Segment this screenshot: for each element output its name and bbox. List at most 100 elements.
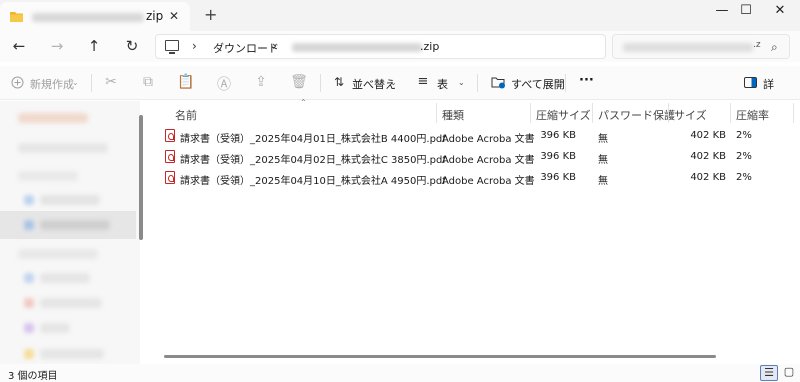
toolbar-divider <box>565 74 566 92</box>
file-size: 402 KB <box>690 130 726 141</box>
view-icon: ≡ <box>417 74 429 89</box>
search-box[interactable]: .z ⌕ <box>612 34 790 59</box>
breadcrumb-separator[interactable]: › <box>192 39 197 53</box>
nav-item-redacted[interactable] <box>18 171 78 181</box>
back-button[interactable]: ← <box>7 37 31 55</box>
file-compression-ratio: 2% <box>736 130 752 141</box>
share-icon[interactable]: ⇪ <box>252 74 270 90</box>
column-header-name[interactable]: 名前 <box>175 107 197 123</box>
new-button[interactable]: 新規作成 <box>30 76 74 92</box>
toolbar-divider <box>320 74 321 92</box>
toolbar-divider <box>91 74 92 92</box>
new-dropdown-chevron-icon[interactable]: ⌄ <box>72 78 79 87</box>
file-type: Adobe Acroba 文書 <box>442 155 535 166</box>
nav-item-redacted[interactable] <box>40 195 100 205</box>
file-type: Adobe Acroba 文書 <box>442 176 535 187</box>
status-bar: 3 個の項目 ☰ ▢ <box>0 364 800 382</box>
nav-item-redacted[interactable] <box>40 349 104 359</box>
file-list: ⌃ 名前 種類 圧縮サイズ パスワード保護 サイズ 圧縮率 請求書（受領）_20… <box>148 98 800 364</box>
nav-item-redacted[interactable] <box>40 298 102 308</box>
view-chevron-icon[interactable]: ⌄ <box>458 78 465 87</box>
file-compression-ratio: 2% <box>736 151 752 162</box>
extract-folder-icon <box>491 77 505 89</box>
rename-icon[interactable]: Ⓐ <box>215 74 233 94</box>
file-compressed-size: 396 KB <box>540 151 576 162</box>
tab-close-icon[interactable]: ✕ <box>169 9 179 23</box>
column-divider[interactable] <box>436 103 437 123</box>
column-header-ratio[interactable]: 圧縮率 <box>736 107 769 123</box>
navigation-pane <box>0 101 140 364</box>
extract-all-button[interactable]: すべて展開 <box>511 76 565 92</box>
sort-chevron-icon[interactable]: ⌄ <box>390 78 397 87</box>
file-compression-ratio: 2% <box>736 172 752 183</box>
breadcrumb-zip-name-redacted <box>292 43 422 52</box>
nav-item-redacted[interactable] <box>40 323 70 333</box>
nav-item-redacted[interactable] <box>18 249 98 259</box>
file-name: 請求書（受領）_2025年04月02日_株式会社C 3850円.pdf <box>180 155 446 166</box>
nav-item-redacted[interactable] <box>40 220 110 230</box>
search-placeholder-redacted <box>623 43 753 52</box>
file-type: Adobe Acroba 文書 <box>442 134 535 145</box>
column-divider[interactable] <box>530 103 531 123</box>
breadcrumb-downloads[interactable]: ダウンロード <box>213 40 279 56</box>
tab-title-redacted <box>32 13 144 22</box>
file-compressed-size: 396 KB <box>540 130 576 141</box>
column-header-compressed-size[interactable]: 圧縮サイズ <box>536 107 591 123</box>
nav-item-redacted[interactable] <box>40 273 90 283</box>
file-size: 402 KB <box>690 151 726 162</box>
more-options-button[interactable]: ··· <box>579 73 594 88</box>
column-divider[interactable] <box>592 103 593 123</box>
column-header-password[interactable]: パスワード保護 <box>598 107 675 123</box>
column-divider[interactable] <box>668 103 669 123</box>
cut-icon[interactable]: ✂ <box>102 74 120 90</box>
file-row[interactable]: 請求書（受領）_2025年04月02日_株式会社C 3850円.pdf Adobe… <box>148 147 800 167</box>
breadcrumb-separator[interactable]: › <box>272 39 277 53</box>
sort-icon: ⇅ <box>333 75 345 89</box>
tiles-view-button[interactable]: ▢ <box>780 365 798 381</box>
breadcrumb-zip[interactable]: .zip <box>420 40 439 53</box>
navigation-bar: ← → ↑ ↻ › ダウンロード › .zip .z ⌕ <box>0 31 800 62</box>
refresh-button[interactable]: ↻ <box>120 37 144 55</box>
pdf-file-icon <box>165 129 175 142</box>
up-button[interactable]: ↑ <box>82 37 106 55</box>
file-row[interactable]: 請求書（受領）_2025年04月01日_株式会社B 4400円.pdf Adobe… <box>148 126 800 146</box>
nav-item-redacted[interactable] <box>18 143 108 153</box>
explorer-tab[interactable]: zip ✕ <box>0 2 190 31</box>
item-count: 3 個の項目 <box>8 371 58 382</box>
nav-item-icon-redacted <box>24 298 34 308</box>
address-bar[interactable]: › ダウンロード › .zip <box>155 34 606 59</box>
command-bar: 新規作成 ⌄ ✂ ⧉ 📋 Ⓐ ⇪ 🗑 ⇅ 並べ替え ⌄ ≡ 表 ⌄ すべて展開 … <box>0 66 800 100</box>
file-size: 402 KB <box>690 172 726 183</box>
this-pc-icon-stand <box>169 52 175 54</box>
title-bar: zip ✕ + — ☐ ✕ <box>0 0 800 31</box>
forward-button[interactable]: → <box>45 37 69 55</box>
details-button[interactable]: 詳 <box>763 76 774 92</box>
column-divider[interactable] <box>730 103 731 123</box>
file-name: 請求書（受領）_2025年04月01日_株式会社B 4400円.pdf <box>180 134 446 145</box>
this-pc-icon <box>165 40 179 51</box>
file-list-horizontal-scrollbar[interactable] <box>164 355 716 358</box>
nav-item-icon-redacted <box>24 323 34 333</box>
copy-icon[interactable]: ⧉ <box>139 74 157 90</box>
column-header-type[interactable]: 種類 <box>442 107 464 123</box>
delete-icon[interactable]: 🗑 <box>290 74 308 90</box>
close-window-button[interactable]: ✕ <box>760 3 800 18</box>
details-pane-icon <box>744 77 757 88</box>
nav-item-redacted[interactable] <box>18 113 88 123</box>
new-item-icon <box>11 76 24 89</box>
file-row[interactable]: 請求書（受領）_2025年04月10日_株式会社A 4950円.pdf Adobe… <box>148 168 800 188</box>
details-view-button[interactable]: ☰ <box>760 365 778 381</box>
pdf-file-icon <box>165 150 175 163</box>
nav-item-icon-redacted <box>24 195 34 205</box>
paste-icon[interactable]: 📋 <box>177 74 195 90</box>
view-button[interactable]: 表 <box>437 76 448 92</box>
file-compressed-size: 396 KB <box>540 172 576 183</box>
column-divider[interactable] <box>793 103 794 123</box>
new-tab-icon[interactable]: + <box>204 5 217 24</box>
column-header-size[interactable]: サイズ <box>674 107 707 123</box>
toolbar-divider <box>477 74 478 92</box>
tab-title: zip <box>146 9 164 23</box>
navigation-pane-scrollbar[interactable] <box>139 115 143 240</box>
pdf-file-icon <box>165 171 175 184</box>
sort-ascending-icon: ⌃ <box>300 98 307 107</box>
